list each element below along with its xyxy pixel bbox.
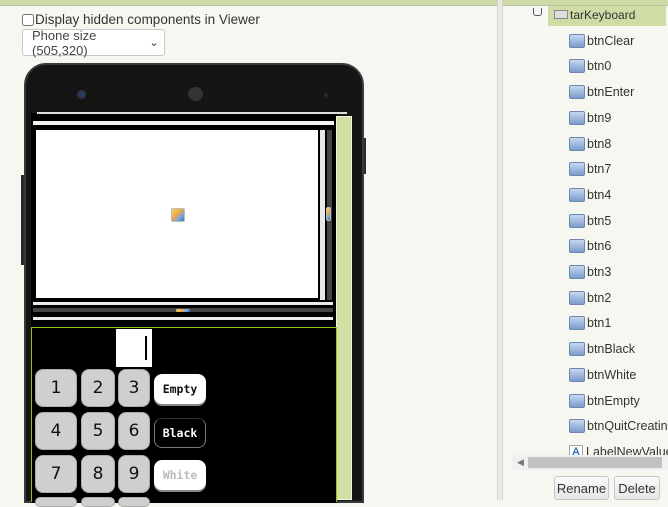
arrangement-icon <box>554 10 568 19</box>
tree-item-label: btn0 <box>587 59 612 73</box>
tree-item[interactable]: btn3 <box>569 262 611 282</box>
key-9[interactable]: 9 <box>118 455 150 493</box>
tree-item[interactable]: btn2 <box>569 288 611 308</box>
tree-item[interactable]: btn1 <box>569 313 611 333</box>
horizontal-arrangement-bar[interactable] <box>33 121 334 125</box>
button-icon <box>569 342 585 356</box>
key-row4-1[interactable] <box>35 497 77 507</box>
horizontal-bar-light <box>33 302 333 305</box>
tree-parent-item[interactable]: tarKeyboard <box>548 6 666 26</box>
key-6[interactable]: 6 <box>118 412 150 450</box>
tree-item-label: btnWhite <box>587 368 637 382</box>
button-icon <box>569 316 585 330</box>
key-4[interactable]: 4 <box>35 412 77 450</box>
tree-item[interactable]: btnEmpty <box>569 391 640 411</box>
tree-item[interactable]: btn4 <box>569 185 611 205</box>
tree-parent-label: tarKeyboard <box>570 8 636 22</box>
tree-item-label: btn6 <box>587 239 612 253</box>
tree-item[interactable]: btn6 <box>569 236 611 256</box>
tree-item[interactable]: btn5 <box>569 211 611 231</box>
display-hidden-components-checkbox[interactable]: Display hidden components in Viewer <box>22 12 260 27</box>
tree-item[interactable]: btn9 <box>569 108 611 128</box>
image-placeholder-icon <box>171 208 185 222</box>
button-icon <box>569 239 585 253</box>
button-icon <box>569 291 585 305</box>
phone-sensor-icon <box>324 93 328 97</box>
selected-component-strip[interactable] <box>336 116 352 500</box>
button-icon <box>569 85 585 99</box>
tree-item-label: btnBlack <box>587 342 635 356</box>
value-textbox[interactable] <box>116 329 152 367</box>
tree-item-label: btnClear <box>587 34 635 48</box>
tree-item-label: btn5 <box>587 214 612 228</box>
tree-item[interactable]: btnWhite <box>569 365 636 385</box>
button-icon <box>569 34 585 48</box>
collapse-toggle-icon[interactable] <box>533 8 542 16</box>
button-icon <box>569 419 585 433</box>
tree-item[interactable]: btnClear <box>569 31 634 51</box>
button-icon <box>569 394 585 408</box>
image-placeholder-icon-small <box>326 207 331 221</box>
button-icon <box>569 59 585 73</box>
tree-item-label: btnQuitCreating <box>587 419 668 433</box>
tree-item[interactable]: btn7 <box>569 159 611 179</box>
hidden-components-checkbox-input[interactable] <box>22 13 34 26</box>
phone-speaker-icon <box>188 87 203 101</box>
key-8[interactable]: 8 <box>81 455 115 493</box>
text-caret <box>145 336 147 360</box>
tree-item[interactable]: btnEnter <box>569 82 634 102</box>
chevron-down-icon: ⌄ <box>149 37 159 49</box>
button-icon <box>569 162 585 176</box>
scrollbar-thumb[interactable] <box>528 457 662 468</box>
button-icon <box>569 111 585 125</box>
horizontal-bar-light-2 <box>33 317 333 320</box>
phone-size-value: Phone size (505,320) <box>32 27 97 58</box>
button-icon <box>569 214 585 228</box>
panel-splitter[interactable] <box>497 0 503 500</box>
tree-item-label: btn3 <box>587 265 612 279</box>
tree-item-label: btn9 <box>587 111 612 125</box>
hidden-components-label: Display hidden components in Viewer <box>35 12 260 27</box>
black-button[interactable]: Black <box>154 418 206 448</box>
empty-button[interactable]: Empty <box>154 374 206 404</box>
rename-button[interactable]: Rename <box>554 476 609 500</box>
tree-item[interactable]: btn0 <box>569 56 611 76</box>
tree-item-label: btn4 <box>587 188 612 202</box>
white-button[interactable]: White <box>154 460 206 490</box>
tree-item-label: btn8 <box>587 137 612 151</box>
phone-camera-icon <box>78 91 85 98</box>
key-2[interactable]: 2 <box>81 369 115 407</box>
button-icon <box>569 265 585 279</box>
tree-horizontal-scrollbar[interactable]: ◀ <box>512 455 668 470</box>
delete-button[interactable]: Delete <box>614 476 660 500</box>
tree-item[interactable]: btnBlack <box>569 339 635 359</box>
phone-size-select[interactable]: Phone size (505,320) ⌄ <box>22 27 165 58</box>
key-7[interactable]: 7 <box>35 455 77 493</box>
tree-item-label: btn2 <box>587 291 612 305</box>
button-icon <box>569 188 585 202</box>
key-5[interactable]: 5 <box>81 412 115 450</box>
tree-item-label: btnEmpty <box>587 394 640 408</box>
button-icon <box>569 137 585 151</box>
key-1[interactable]: 1 <box>35 369 77 407</box>
vertical-divider-light <box>320 130 325 300</box>
tree-item[interactable]: btnQuitCreating <box>569 416 668 436</box>
key-row4-3[interactable] <box>118 497 150 507</box>
key-3[interactable]: 3 <box>118 369 150 407</box>
tree-item[interactable]: btn8 <box>569 134 611 154</box>
button-icon <box>569 368 585 382</box>
screen-top-line <box>37 112 347 114</box>
tree-item-label: btn1 <box>587 316 612 330</box>
tree-item-label: btnEnter <box>587 85 635 99</box>
image-placeholder-icon-tiny <box>176 309 190 312</box>
key-row4-2[interactable] <box>81 497 115 507</box>
tree-item-label: btn7 <box>587 162 612 176</box>
scroll-left-icon[interactable]: ◀ <box>517 457 524 468</box>
